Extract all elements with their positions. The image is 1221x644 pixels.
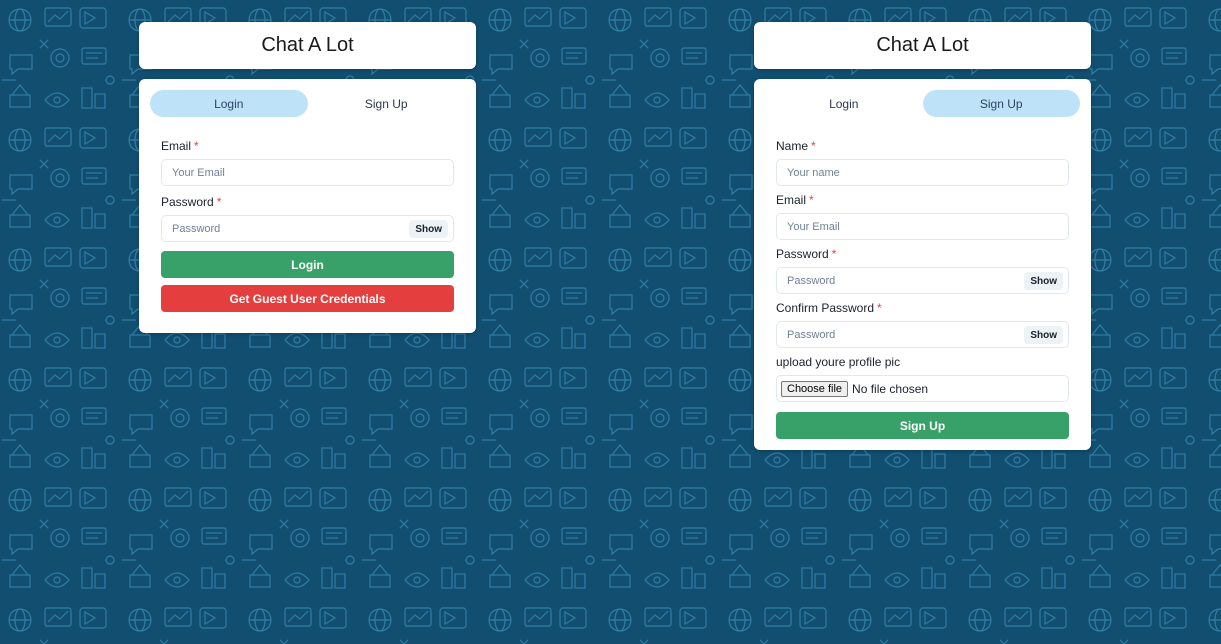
- required-mark: *: [811, 139, 816, 153]
- email-input[interactable]: [777, 214, 1068, 239]
- app-title-box: Chat A Lot: [139, 22, 476, 69]
- auth-tabs: Login Sign Up: [765, 90, 1080, 117]
- profile-pic-label: upload youre profile pic: [776, 355, 901, 369]
- email-field-wrap: [161, 159, 454, 186]
- app-title: Chat A Lot: [261, 34, 354, 56]
- password-field-wrap: Show: [776, 267, 1069, 294]
- tab-login[interactable]: Login: [150, 90, 308, 117]
- show-password-button[interactable]: Show: [1024, 272, 1063, 290]
- email-field-wrap: [776, 213, 1069, 240]
- confirm-password-label-text: Confirm Password: [776, 301, 875, 315]
- signup-button[interactable]: Sign Up: [776, 412, 1069, 439]
- confirm-password-label: Confirm Password *: [776, 301, 1069, 315]
- email-input[interactable]: [162, 160, 453, 185]
- tab-login[interactable]: Login: [765, 90, 923, 117]
- login-form: Email* Password* Show Login Get Guest Us…: [150, 117, 465, 312]
- login-button[interactable]: Login: [161, 251, 454, 278]
- password-field-wrap: Show: [161, 215, 454, 242]
- required-mark: *: [216, 195, 222, 209]
- name-label: Name *: [776, 139, 1069, 153]
- required-mark: *: [809, 193, 814, 207]
- profile-pic-file-input: Choose file No file chosen: [776, 375, 1069, 402]
- required-mark: *: [831, 247, 837, 261]
- confirm-password-field-wrap: Show: [776, 321, 1069, 348]
- app-title-box: Chat A Lot: [754, 22, 1091, 69]
- password-label-text: Password: [776, 247, 829, 261]
- show-confirm-password-button[interactable]: Show: [1024, 326, 1063, 344]
- tab-signup[interactable]: Sign Up: [922, 90, 1080, 117]
- no-file-text: No file chosen: [852, 381, 929, 396]
- guest-credentials-button[interactable]: Get Guest User Credentials: [161, 285, 454, 312]
- app-title: Chat A Lot: [876, 34, 969, 56]
- tab-signup[interactable]: Sign Up: [308, 90, 466, 117]
- show-password-button[interactable]: Show: [409, 220, 448, 238]
- signup-card: Login Sign Up Name* Email* Password*: [754, 79, 1091, 450]
- email-label: Email *: [161, 139, 454, 153]
- signup-form: Name* Email* Password* Show Confirm: [765, 117, 1080, 439]
- name-input[interactable]: [777, 160, 1068, 185]
- email-label-text: Email: [776, 193, 807, 207]
- email-label-text: Email: [161, 139, 192, 153]
- password-label-text: Password: [161, 195, 214, 209]
- login-panel: Chat A Lot Login Sign Up Email* Password…: [139, 22, 476, 333]
- name-label-text: Name: [776, 139, 809, 153]
- auth-tabs: Login Sign Up: [150, 90, 465, 117]
- password-label: Password *: [161, 195, 454, 209]
- login-card: Login Sign Up Email* Password* Show Logi…: [139, 79, 476, 333]
- choose-file-button[interactable]: Choose file: [781, 380, 849, 397]
- signup-panel: Chat A Lot Login Sign Up Name* Email* Pa…: [754, 22, 1091, 450]
- required-mark: *: [877, 301, 882, 315]
- name-field-wrap: [776, 159, 1069, 186]
- required-mark: *: [194, 139, 199, 153]
- password-label: Password *: [776, 247, 1069, 261]
- email-label: Email *: [776, 193, 1069, 207]
